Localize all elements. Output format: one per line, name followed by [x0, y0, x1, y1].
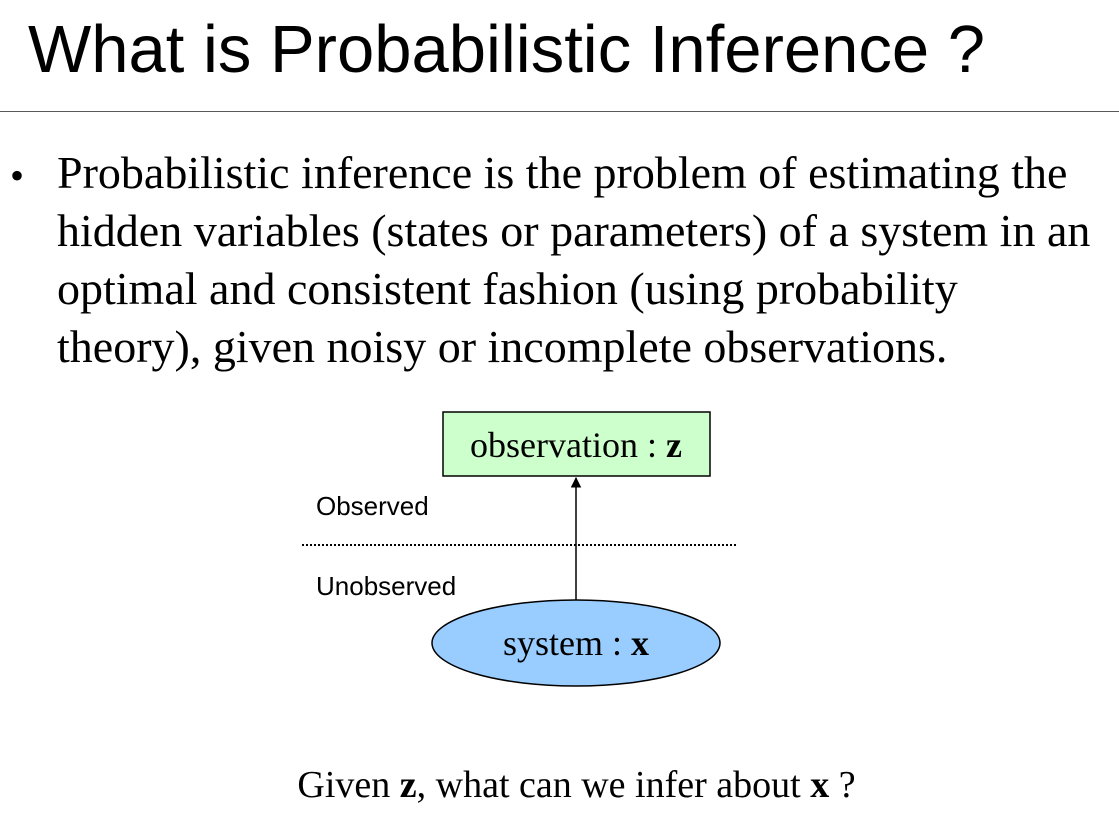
observation-label-text: observation :	[470, 425, 666, 465]
observation-variable: z	[666, 425, 682, 465]
question-suffix: ?	[829, 764, 856, 806]
observed-label: Observed	[316, 491, 429, 521]
question-prefix: Given	[297, 764, 400, 806]
system-variable: x	[631, 623, 649, 663]
system-node-label: system : x	[503, 623, 649, 663]
unobserved-label: Unobserved	[316, 571, 456, 601]
observation-node-label: observation : z	[470, 425, 682, 465]
system-label-text: system :	[503, 623, 631, 663]
question-middle: , what can we infer about	[416, 764, 811, 806]
inference-question: Given z, what can we infer about x ?	[0, 760, 1119, 810]
question-observed-var: z	[399, 764, 417, 806]
question-hidden-var: x	[810, 764, 830, 806]
inference-diagram: observation : z Observed Unobserved syst…	[302, 411, 738, 687]
